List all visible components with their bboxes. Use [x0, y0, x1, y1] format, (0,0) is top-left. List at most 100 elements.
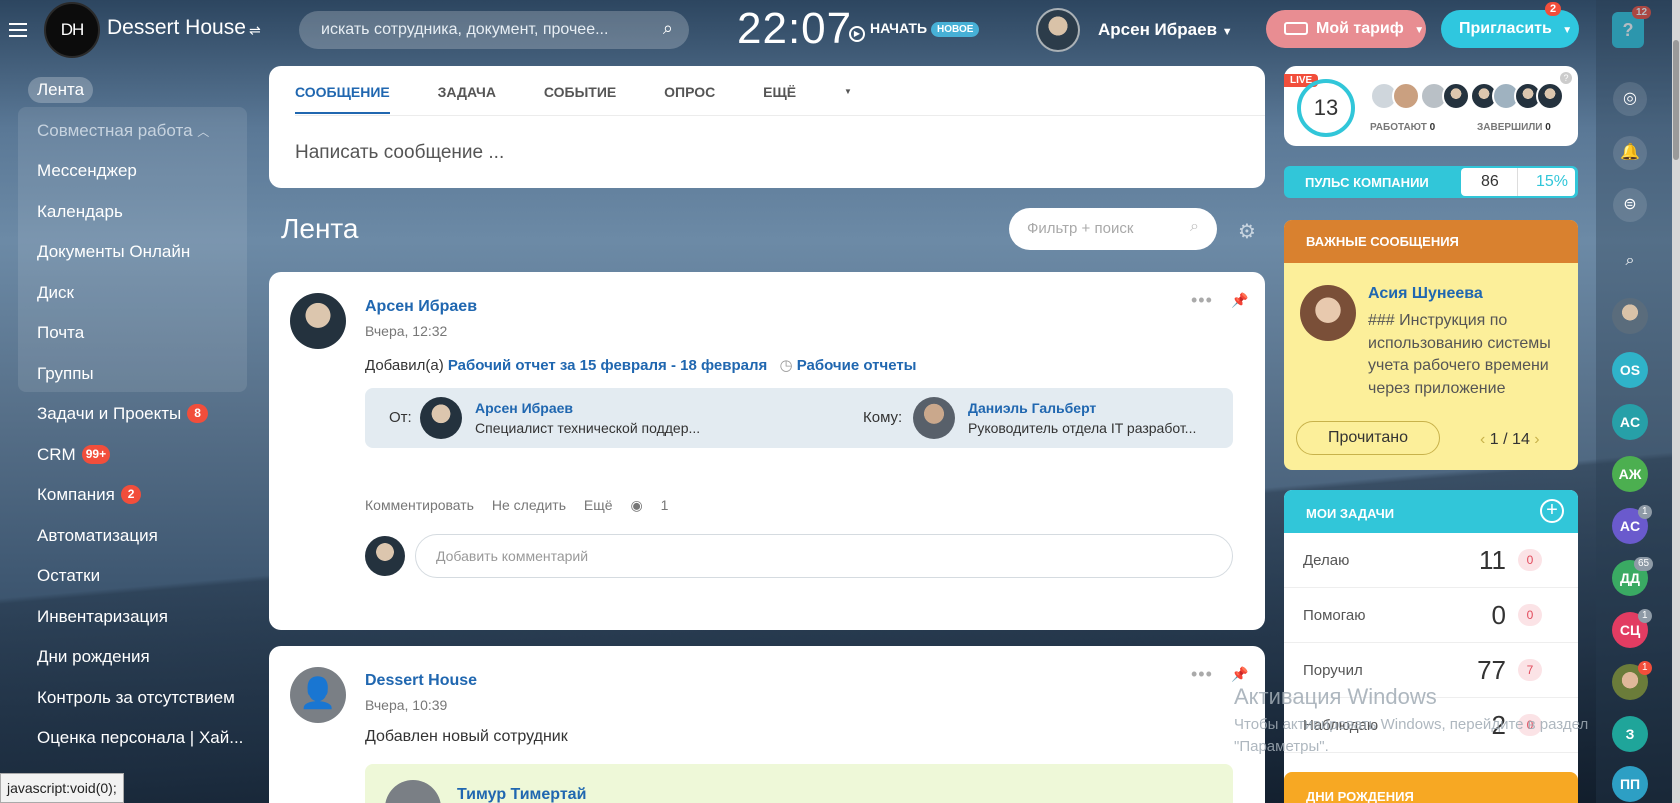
sidebar-item-docs[interactable]: Документы Онлайн [0, 232, 250, 273]
settings-sliders-icon[interactable]: ⇌ [249, 22, 261, 39]
contact-avatar[interactable]: OS [1612, 352, 1648, 388]
user-icon[interactable]: 👤 [290, 667, 346, 723]
scrollbar-thumb[interactable] [1673, 40, 1679, 160]
comment-input[interactable]: Добавить комментарий [415, 534, 1233, 578]
search-input[interactable]: искать сотрудника, документ, прочее... ⌕ [299, 11, 689, 49]
unfollow-button[interactable]: Не следить [492, 497, 566, 513]
invite-button[interactable]: Пригласить ▼ [1441, 10, 1579, 48]
report-link[interactable]: Рабочий отчет за 15 февраля - 18 февраля [448, 357, 767, 374]
info-icon[interactable]: ? [1560, 72, 1572, 84]
post-time[interactable]: Вчера, 12:32 [365, 323, 447, 339]
important-messages: ВАЖНЫЕ СООБЩЕНИЯ Асия Шунеева ### Инстру… [1284, 220, 1578, 470]
sidebar-item-company[interactable]: Компания 2 [0, 475, 250, 516]
sidebar-item-automation[interactable]: Автоматизация [0, 516, 250, 557]
scrollbar[interactable] [1672, 0, 1680, 803]
sidebar-item-assessment[interactable]: Оценка персонала | Хай... [0, 718, 250, 759]
timeline-icon[interactable]: ◎ [1613, 82, 1647, 116]
tariff-button[interactable]: Мой тариф ▼ [1266, 10, 1426, 48]
sidebar-item-birthdays[interactable]: Дни рождения [0, 637, 250, 678]
author-avatar[interactable] [290, 293, 346, 349]
message-author[interactable]: Асия Шунеева [1368, 285, 1483, 303]
post-text: Добавлен новый сотрудник [365, 728, 568, 745]
add-task-icon[interactable]: + [1540, 499, 1564, 523]
avatar[interactable] [1392, 82, 1420, 110]
to-label: Кому: [863, 409, 903, 426]
sidebar-item-stock[interactable]: Остатки [0, 556, 250, 597]
chevron-right-icon[interactable]: › [1534, 431, 1539, 448]
bell-icon[interactable]: 🔔 [1613, 136, 1647, 170]
divider [295, 115, 1265, 116]
sidebar-item-messenger[interactable]: Мессенджер [0, 151, 250, 192]
from-avatar[interactable] [420, 397, 462, 439]
windows-activation-watermark: Активация Windows Чтобы активировать Win… [1234, 684, 1589, 755]
from-name[interactable]: Арсен Ибраев [475, 400, 573, 416]
more-icon[interactable]: ••• [1191, 290, 1213, 311]
sidebar-item-disk[interactable]: Диск [0, 273, 250, 314]
gear-icon[interactable]: ⚙ [1238, 219, 1256, 244]
message-text[interactable]: ### Инструкция по использованию системы … [1368, 310, 1568, 400]
contact-avatar[interactable]: ПП [1612, 766, 1648, 802]
tab-poll[interactable]: ОПРОС [664, 84, 715, 100]
start-workday-button[interactable]: ▶ НАЧАТЬ НОВОЕ [849, 20, 980, 42]
contact-avatar[interactable]: AC [1612, 404, 1648, 440]
pin-icon[interactable]: 📌 [1231, 666, 1248, 683]
company-badge: 2 [120, 485, 142, 504]
to-avatar[interactable] [913, 397, 955, 439]
company-pulse[interactable]: ПУЛЬС КОМПАНИИ 86 15% [1284, 166, 1578, 198]
sidebar-item-groups[interactable]: Группы [0, 354, 250, 395]
sidebar-item-crm[interactable]: CRM 99+ [0, 435, 250, 476]
avatar[interactable] [1536, 82, 1564, 110]
search-icon[interactable]: ⌕ [663, 18, 673, 39]
employee-name[interactable]: Тимур Тимертай [457, 786, 586, 803]
contact-avatar[interactable] [1612, 298, 1648, 334]
sidebar-item-inventory[interactable]: Инвентаризация [0, 597, 250, 638]
contact-avatar[interactable]: АЖ [1612, 456, 1648, 492]
post-text: Добавил(а) Рабочий отчет за 15 февраля -… [365, 357, 917, 374]
filter-search-input[interactable]: Фильтр + поиск ⌕ [1009, 208, 1217, 250]
more-button[interactable]: Ещё [584, 497, 613, 513]
post-time[interactable]: Вчера, 10:39 [365, 697, 447, 713]
sidebar-item-absence[interactable]: Контроль за отсутствием [0, 678, 250, 719]
feed-post: Арсен Ибраев Вчера, 12:32 ••• 📌 Добавил(… [269, 272, 1265, 630]
tab-more[interactable]: ЕЩЁ ▼ [763, 84, 896, 100]
company-logo[interactable]: DH [44, 2, 100, 58]
user-avatar[interactable] [1036, 8, 1080, 52]
sidebar-item-collab[interactable]: Совместная работа ︿ [0, 111, 250, 152]
user-menu[interactable]: Арсен Ибраев ▼ [1098, 20, 1233, 40]
from-role: Специалист технической поддер... [475, 420, 701, 436]
tab-task[interactable]: ЗАДАЧА [438, 84, 496, 100]
pin-icon[interactable]: 📌 [1231, 292, 1248, 309]
company-name[interactable]: Dessert House [107, 16, 246, 40]
live-count[interactable]: 13 [1297, 79, 1355, 137]
finished-label: ЗАВЕРШИЛИ 0 [1477, 122, 1551, 133]
category-link[interactable]: Рабочие отчеты [797, 357, 917, 374]
page-title: Лента [281, 213, 359, 244]
post-author[interactable]: Dessert House [365, 672, 477, 690]
mark-read-button[interactable]: Прочитано [1296, 421, 1440, 455]
tab-message[interactable]: СООБЩЕНИЕ [295, 84, 390, 114]
sidebar-item-calendar[interactable]: Календарь [0, 192, 250, 233]
task-row[interactable]: Помогаю 0 0 [1284, 588, 1578, 643]
post-actions: Комментировать Не следить Ещё ◉ 1 [365, 497, 696, 514]
more-icon[interactable]: ••• [1191, 664, 1213, 685]
post-author[interactable]: Арсен Ибраев [365, 298, 477, 316]
tab-event[interactable]: СОБЫТИЕ [544, 84, 616, 100]
composer-tabs: СООБЩЕНИЕ ЗАДАЧА СОБЫТИЕ ОПРОС ЕЩЁ ▼ [295, 84, 940, 114]
message-input[interactable]: Написать сообщение ... [295, 142, 504, 164]
comment-button[interactable]: Комментировать [365, 497, 474, 513]
menu-icon[interactable] [9, 23, 27, 37]
sidebar-item-feed[interactable]: Лента [0, 70, 250, 111]
sidebar-item-tasks[interactable]: Задачи и Проекты 8 [0, 394, 250, 435]
search-icon: ⌕ [1190, 218, 1199, 235]
message-author-avatar[interactable] [1300, 285, 1356, 341]
birthdays-widget[interactable]: ДНИ РОЖДЕНИЯ [1284, 772, 1578, 803]
sidebar-item-mail[interactable]: Почта [0, 313, 250, 354]
live-widget: LIVE 13 ? РАБОТАЮТ 0 ЗАВЕРШИЛИ 0 [1284, 66, 1578, 146]
task-row[interactable]: Делаю 11 0 [1284, 533, 1578, 588]
chevron-left-icon[interactable]: ‹ [1480, 431, 1485, 448]
employee-avatar[interactable] [385, 780, 441, 803]
to-name[interactable]: Даниэль Гальберт [968, 400, 1096, 416]
avatar[interactable] [1442, 82, 1470, 110]
search-icon[interactable]: ⌕ [1613, 244, 1647, 278]
chat-icon[interactable]: ⊜ [1613, 188, 1647, 222]
